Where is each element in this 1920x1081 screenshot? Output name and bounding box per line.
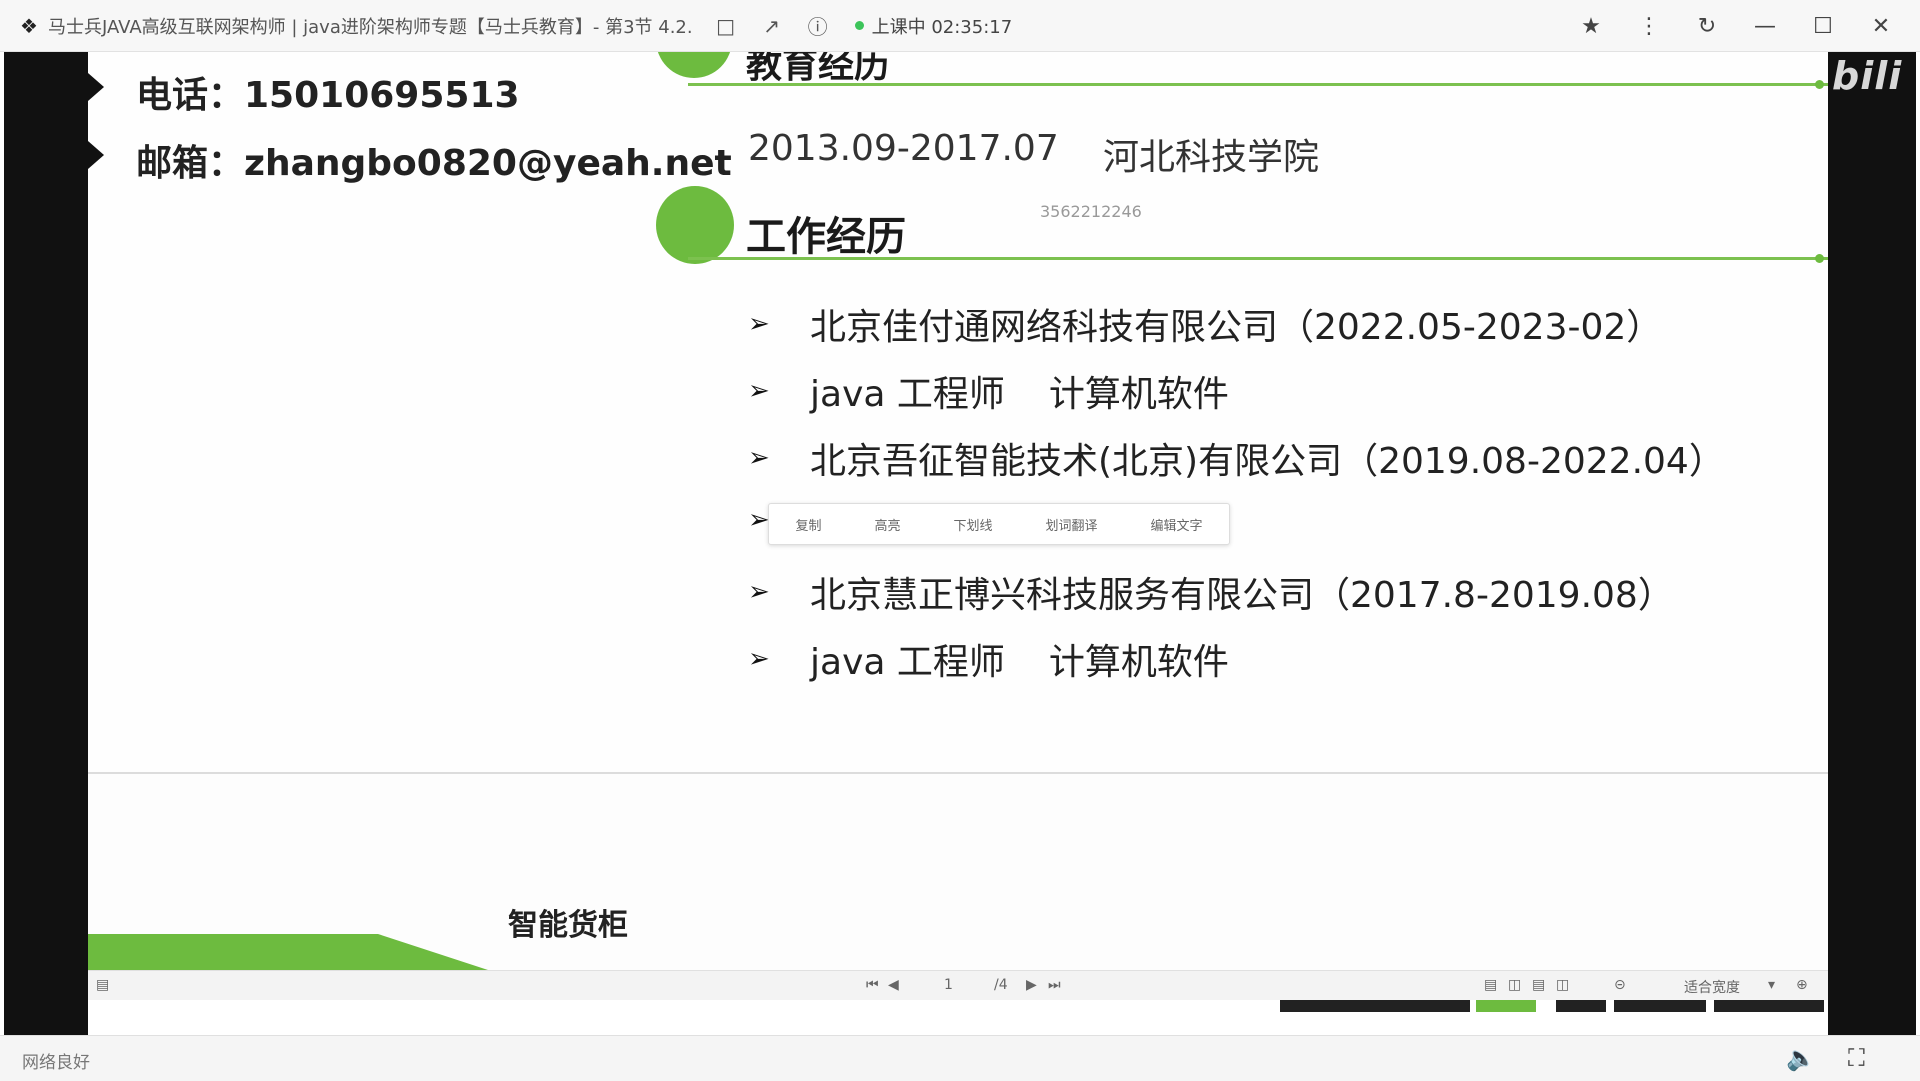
- page-total: /4: [994, 977, 1008, 993]
- watermark-text: 3562212246: [1040, 202, 1142, 221]
- list-item: ➢ 北京慧正博兴科技服务有限公司（2017.8-2019.08）: [748, 566, 1674, 618]
- company-text: 北京佳付通网络科技有限公司（2022.05-2023-02）: [810, 307, 1663, 348]
- phone-text: 电话：15010695513: [136, 75, 520, 116]
- bullet-arrow-icon: ➢: [748, 577, 770, 607]
- popout-icon[interactable]: ↗: [759, 14, 785, 38]
- right-letterbox: [1828, 52, 1916, 1035]
- green-header-band: [88, 934, 488, 970]
- edu-divider-end-icon: [1815, 80, 1824, 89]
- volume-icon[interactable]: 🔈: [1786, 1044, 1816, 1072]
- email-marker-icon: [88, 141, 104, 169]
- last-page-icon[interactable]: ⏭: [1048, 977, 1061, 993]
- edit-text-menu-item[interactable]: 编辑文字: [1150, 515, 1202, 534]
- next-page: 智能货柜: [88, 774, 1828, 970]
- continuous-view-icon[interactable]: ▤: [1532, 977, 1545, 993]
- field-text: 计算机软件: [1048, 374, 1229, 415]
- resume-document: 电话：15010695513 邮箱：zhangbo0820@yeah.net 教…: [88, 52, 1828, 772]
- edu-school: 河北科技学院: [1103, 137, 1320, 178]
- prev-page-icon[interactable]: ◀: [888, 977, 899, 993]
- live-dot-icon: [854, 21, 864, 30]
- app-logo-icon: ❖: [20, 13, 38, 38]
- phone-marker-icon: [88, 73, 104, 101]
- live-status: 上课中 02:35:17: [854, 13, 1013, 39]
- bullet-arrow-icon: ➢: [748, 376, 770, 406]
- bilibili-logo: bili: [1832, 54, 1903, 98]
- first-page-icon[interactable]: ⏮: [866, 977, 879, 993]
- window-title: 马士兵JAVA高级互联网架构师 | java进阶架构师专题【马士兵教育】- 第3…: [48, 16, 693, 38]
- bullet-arrow-icon: ➢: [748, 309, 770, 339]
- role-text: java 工程师: [810, 374, 1005, 415]
- book-view-icon[interactable]: ◫: [1556, 977, 1569, 993]
- translate-menu-item[interactable]: 划词翻译: [1045, 515, 1097, 534]
- pin-icon[interactable]: ★: [1562, 14, 1620, 39]
- company-text: 北京慧正博兴科技服务有限公司（2017.8-2019.08）: [810, 575, 1674, 616]
- text-context-menu: 复制 高亮 下划线 划词翻译 编辑文字: [768, 503, 1230, 545]
- work-section-marker: [656, 186, 734, 264]
- copy-menu-item[interactable]: 复制: [795, 515, 821, 534]
- status-bar: 网络良好 🔈 ⛶: [0, 1035, 1920, 1081]
- edu-divider: [688, 83, 1828, 86]
- single-page-view-icon[interactable]: ▤: [1484, 977, 1497, 993]
- left-letterbox: [4, 52, 88, 1035]
- next-page-icon[interactable]: ▶: [1026, 977, 1037, 993]
- live-status-text: 上课中 02:35:17: [871, 16, 1013, 38]
- edu-section-marker: [656, 52, 732, 78]
- bullet-arrow-icon: ➢: [748, 443, 770, 473]
- zoom-out-icon[interactable]: ⊝: [1614, 977, 1626, 993]
- list-item: ➢ 北京吾征智能技术(北京)有限公司（2019.08-2022.04）: [748, 432, 1725, 484]
- double-page-view-icon[interactable]: ◫: [1508, 977, 1521, 993]
- work-divider: [688, 257, 1828, 260]
- role-text: java 工程师: [810, 642, 1005, 683]
- refresh-icon[interactable]: ↻: [1678, 14, 1736, 39]
- list-item: ➢ java 工程师 计算机软件: [748, 633, 1229, 685]
- close-icon[interactable]: ✕: [1852, 14, 1910, 39]
- thumbnail[interactable]: [1614, 1000, 1706, 1012]
- minimize-icon[interactable]: —: [1736, 14, 1794, 39]
- work-section-title: 工作经历: [746, 214, 906, 260]
- chevron-down-icon[interactable]: ▾: [1768, 977, 1775, 993]
- email-text: 邮箱：zhangbo0820@yeah.net: [136, 143, 732, 184]
- info-icon[interactable]: ⓘ: [805, 11, 831, 40]
- fullscreen-icon[interactable]: ⛶: [1848, 1044, 1865, 1072]
- title-bar: ❖ 马士兵JAVA高级互联网架构师 | java进阶架构师专题【马士兵教育】- …: [0, 0, 1920, 52]
- highlight-menu-item[interactable]: 高亮: [874, 515, 900, 534]
- pdf-toolbar: ▤ ⏮ ◀ 1 /4 ▶ ⏭ ▤ ◫ ▤ ◫ ⊝ 适合宽度 ▾ ⊕: [88, 970, 1828, 1001]
- field-text: 计算机软件: [1048, 642, 1229, 683]
- zoom-select[interactable]: 适合宽度: [1684, 977, 1740, 997]
- maximize-icon[interactable]: ☐: [1794, 14, 1852, 39]
- edu-dates: 2013.09-2017.07: [748, 128, 1059, 169]
- thumbnail[interactable]: [1476, 1000, 1536, 1012]
- underline-menu-item[interactable]: 下划线: [953, 515, 992, 534]
- thumbnail[interactable]: [1714, 1000, 1824, 1012]
- work-divider-end-icon: [1815, 254, 1824, 263]
- next-page-title: 智能货柜: [508, 908, 628, 943]
- list-item: ➢ 北京佳付通网络科技有限公司（2022.05-2023-02）: [748, 298, 1662, 350]
- page-number-input[interactable]: 1: [944, 977, 953, 993]
- network-status: 网络良好: [22, 1053, 90, 1073]
- chat-icon[interactable]: □: [713, 14, 739, 38]
- bullet-arrow-icon: ➢: [748, 644, 770, 674]
- thumbnail[interactable]: [1556, 1000, 1606, 1012]
- window-controls: ★ ⋮ ↻ — ☐ ✕: [1562, 0, 1910, 52]
- sidebar-toggle-icon[interactable]: ▤: [96, 977, 109, 993]
- zoom-in-icon[interactable]: ⊕: [1796, 977, 1808, 993]
- list-item: ➢ java 工程师 计算机软件: [748, 365, 1229, 417]
- company-text: 北京吾征智能技术(北京)有限公司（2019.08-2022.04）: [810, 441, 1725, 482]
- more-icon[interactable]: ⋮: [1620, 14, 1678, 39]
- thumbnail[interactable]: [1280, 1000, 1470, 1012]
